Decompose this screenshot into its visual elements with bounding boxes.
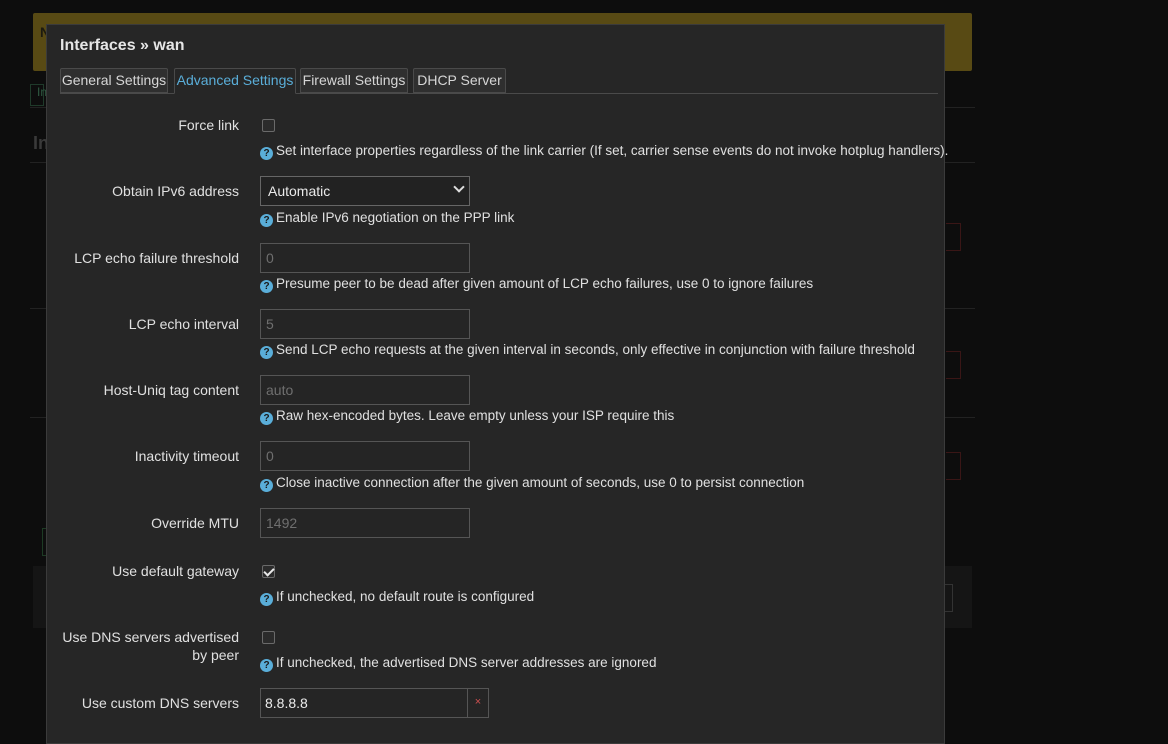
peer-dns-help: ? If unchecked, the advertised DNS server… (260, 655, 656, 672)
default-gateway-help: ? If unchecked, no default route is confi… (260, 589, 534, 606)
default-gateway-help-text: If unchecked, no default route is config… (276, 589, 535, 604)
inactivity-input[interactable] (260, 441, 470, 471)
background-delete-button (946, 223, 961, 251)
lcp-interval-input[interactable] (260, 309, 470, 339)
obtain-ipv6-select[interactable]: Automatic (260, 176, 470, 206)
force-link-checkbox[interactable] (262, 119, 275, 132)
lcp-failure-input[interactable] (260, 243, 470, 273)
custom-dns-label: Use custom DNS servers (81, 695, 239, 711)
peer-dns-label: Use DNS servers advertised by peer (62, 628, 239, 664)
custom-dns-value: 8.8.8.8 (265, 695, 308, 711)
force-link-help: ? Set interface properties regardless of … (260, 143, 948, 160)
tab-dhcp-server[interactable]: DHCP Server (413, 68, 506, 93)
lcp-interval-help: ? Send LCP echo requests at the given int… (260, 342, 915, 359)
tab-bar: General Settings Advanced Settings Firew… (60, 68, 938, 94)
question-circle-icon: ? (260, 659, 273, 672)
question-circle-icon: ? (260, 593, 273, 606)
question-circle-icon: ? (260, 214, 273, 227)
obtain-ipv6-help-text: Enable IPv6 negotiation on the PPP link (276, 210, 515, 225)
question-circle-icon: ? (260, 147, 273, 160)
custom-dns-field[interactable]: 8.8.8.8 × (260, 688, 489, 718)
peer-dns-label-line2: by peer (192, 647, 239, 663)
question-circle-icon: ? (260, 346, 273, 359)
question-circle-icon: ? (260, 412, 273, 425)
host-uniq-input[interactable] (260, 375, 470, 405)
inactivity-label: Inactivity timeout (134, 448, 239, 464)
obtain-ipv6-label: Obtain IPv6 address (112, 183, 239, 199)
default-gateway-checkbox[interactable] (262, 565, 275, 578)
inactivity-help-text: Close inactive connection after the give… (276, 475, 805, 490)
tab-advanced-settings[interactable]: Advanced Settings (174, 68, 296, 94)
host-uniq-label: Host-Uniq tag content (103, 382, 239, 398)
peer-dns-help-text: If unchecked, the advertised DNS server … (276, 655, 657, 670)
mtu-label: Override MTU (151, 515, 239, 531)
tab-firewall-settings[interactable]: Firewall Settings (300, 68, 408, 93)
lcp-interval-label: LCP echo interval (128, 316, 239, 332)
close-icon[interactable]: × (467, 689, 488, 717)
peer-dns-label-line1: Use DNS servers advertised (62, 629, 239, 645)
chevron-down-icon (453, 181, 465, 193)
interface-config-modal: Interfaces » wan General Settings Advanc… (46, 24, 948, 744)
background-delete-button (946, 351, 961, 379)
question-circle-icon: ? (260, 280, 273, 293)
lcp-failure-help: ? Presume peer to be dead after given amo… (260, 276, 813, 293)
modal-title: Interfaces » wan (60, 37, 185, 54)
obtain-ipv6-help: ? Enable IPv6 negotiation on the PPP link (260, 210, 514, 227)
question-circle-icon: ? (260, 479, 273, 492)
host-uniq-help-text: Raw hex-encoded bytes. Leave empty unles… (276, 408, 675, 423)
host-uniq-help: ? Raw hex-encoded bytes. Leave empty unle… (260, 408, 674, 425)
force-link-label: Force link (178, 117, 239, 133)
inactivity-help: ? Close inactive connection after the giv… (260, 475, 804, 492)
peer-dns-checkbox[interactable] (262, 631, 275, 644)
lcp-failure-label: LCP echo failure threshold (74, 250, 239, 266)
mtu-input[interactable] (260, 508, 470, 538)
default-gateway-label: Use default gateway (112, 563, 239, 579)
tab-general-settings[interactable]: General Settings (60, 68, 168, 93)
lcp-interval-help-text: Send LCP echo requests at the given inte… (276, 342, 915, 357)
lcp-failure-help-text: Presume peer to be dead after given amou… (276, 276, 814, 291)
obtain-ipv6-value: Automatic (268, 183, 331, 199)
force-link-help-text: Set interface properties regardless of t… (276, 143, 949, 158)
background-breadcrumb: In (30, 84, 47, 106)
background-delete-button (946, 452, 961, 480)
